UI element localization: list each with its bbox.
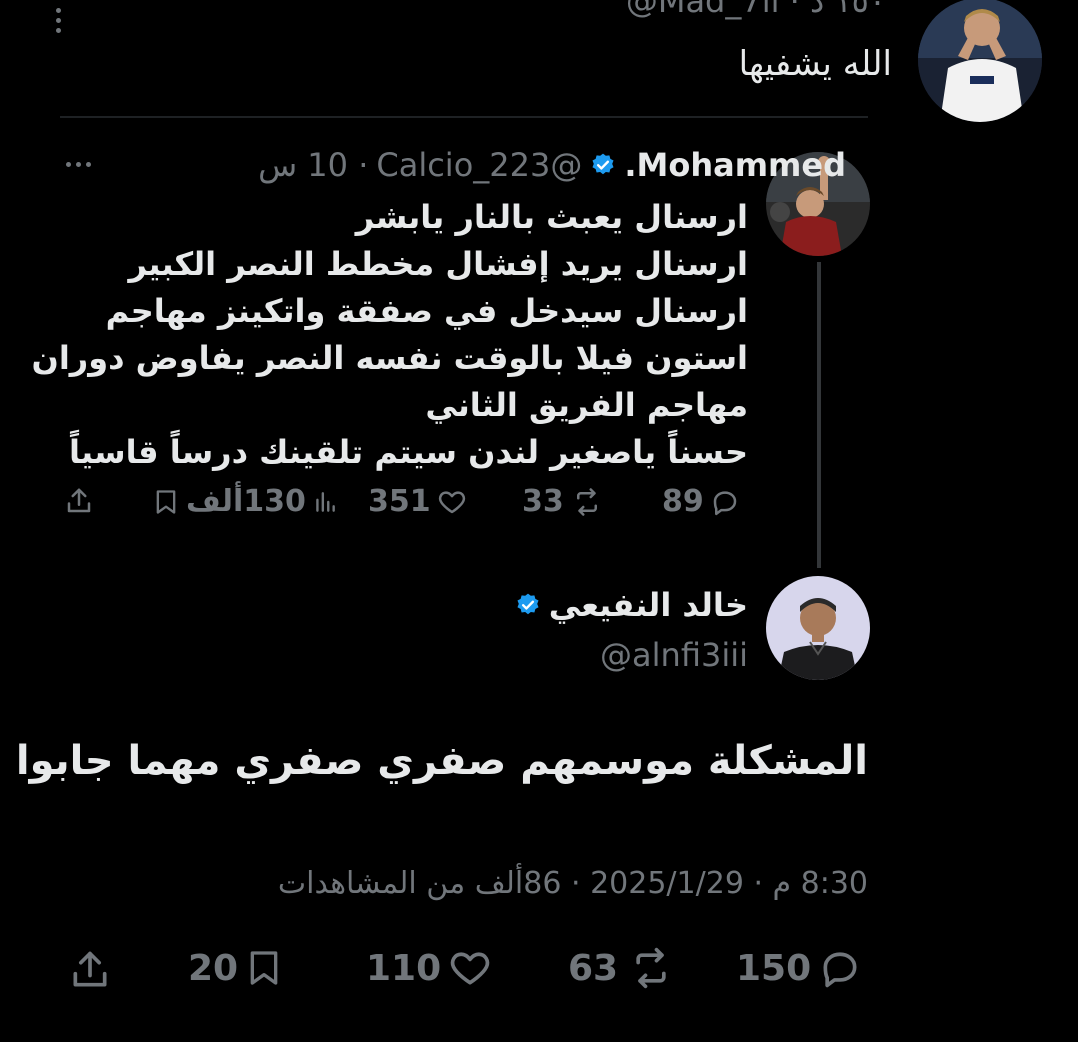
- main-avatar[interactable]: [766, 576, 870, 680]
- quoted-share-button[interactable]: [64, 486, 94, 516]
- quoted-line: ارسنال يعبث بالنار يابشر: [355, 198, 748, 236]
- top-reply-text: الله يشفيها: [738, 44, 892, 84]
- main-header: خالد النفيعي: [515, 586, 748, 624]
- main-bookmark-button[interactable]: 20: [188, 946, 284, 990]
- quoted-body: ارسنال يعبث بالنار يابشر ارسنال يريد إفش…: [32, 194, 748, 476]
- main-text: المشكلة موسمهم صفري صفري مهما جابوا: [15, 738, 868, 784]
- thread-line: [817, 262, 821, 568]
- top-reply-avatar[interactable]: [918, 0, 1042, 122]
- quoted-more-icon[interactable]: [66, 162, 91, 167]
- main-retweet-count: 63: [568, 947, 619, 989]
- main-bookmark-count: 20: [188, 947, 239, 989]
- quoted-time: · 10 س: [258, 146, 369, 184]
- quoted-name[interactable]: Mohammed.: [624, 146, 846, 184]
- quoted-header: Mohammed. @Calcio_223 · 10 س: [258, 146, 846, 184]
- share-icon: [73, 951, 107, 987]
- quoted-views-bookmark[interactable]: 130ألف: [152, 484, 338, 519]
- main-like-button[interactable]: 110: [366, 946, 493, 990]
- quoted-line: حسناً ياصغير لندن سيتم تلقينك درساً قاسي…: [69, 433, 748, 471]
- verified-badge-icon: [592, 153, 614, 175]
- main-meta: 8:30 م · 2025/1/29 · 86ألف من المشاهدات: [277, 866, 868, 901]
- divider: [60, 116, 868, 118]
- bookmark-icon: [250, 951, 278, 985]
- main-retweet-button[interactable]: 63: [568, 946, 678, 990]
- quoted-reply-button[interactable]: 89: [662, 484, 740, 519]
- main-name[interactable]: خالد النفيعي: [549, 586, 748, 624]
- bookmark-icon: [156, 489, 176, 514]
- main-handle[interactable]: @alnfi3iii: [600, 636, 748, 674]
- quoted-handle[interactable]: @Calcio_223: [376, 146, 582, 184]
- quoted-retweet-count: 33: [522, 484, 564, 519]
- quoted-like-count: 351: [368, 484, 431, 519]
- main-reply-button[interactable]: 150: [736, 946, 863, 990]
- quoted-views-count: 130ألف: [186, 484, 306, 519]
- quoted-line: استون فيلا بالوقت نفسه النصر يفاوض دوران: [31, 339, 748, 377]
- views-icon: [316, 491, 335, 512]
- top-reply-header: @Mad_7ii · ١٥٠ د: [625, 0, 886, 20]
- main-reply-count: 150: [736, 947, 812, 989]
- main-share-button[interactable]: [68, 948, 112, 992]
- quoted-reply-count: 89: [662, 484, 704, 519]
- retweet-icon: [576, 487, 597, 516]
- verified-badge-icon: [517, 593, 539, 615]
- quoted-line: ارسنال يريد إفشال مخطط النصر الكبير: [128, 245, 748, 283]
- share-icon: [67, 488, 91, 513]
- heart-icon: [438, 490, 465, 513]
- footballer-black-kit-icon: [766, 576, 870, 680]
- quoted-like-button[interactable]: 351: [368, 484, 467, 519]
- retweet-icon: [636, 947, 666, 989]
- heart-icon: [450, 952, 490, 985]
- footballer-white-kit-icon: [918, 0, 1042, 122]
- top-reply-more-icon[interactable]: [56, 8, 61, 33]
- quoted-line: مهاجم الفريق الثاني: [425, 386, 748, 424]
- quoted-line: ارسنال سيدخل في صفقة واتكينز مهاجم: [105, 292, 748, 330]
- main-like-count: 110: [366, 947, 442, 989]
- reply-icon: [823, 952, 857, 988]
- reply-icon: [713, 490, 736, 515]
- quoted-retweet-button[interactable]: 33: [522, 484, 604, 519]
